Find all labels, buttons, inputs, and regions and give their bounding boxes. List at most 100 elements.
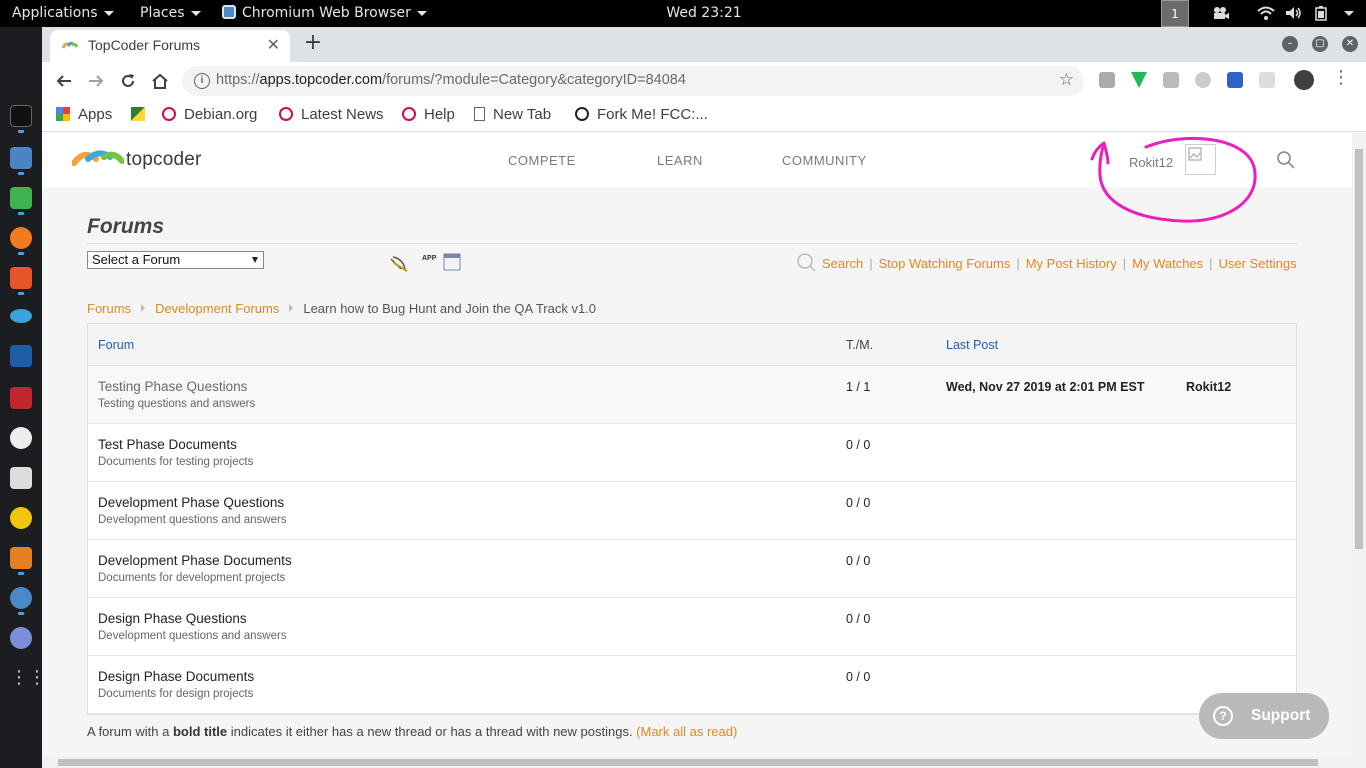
react-devtools-icon[interactable] bbox=[1259, 72, 1275, 88]
thread-message-count: 0 / 0 bbox=[846, 438, 871, 452]
last-post-date-link[interactable]: Wed, Nov 27 2019 at 2:01 PM EST bbox=[946, 380, 1144, 394]
breadcrumb-forums[interactable]: Forums bbox=[87, 301, 131, 316]
workspace-indicator[interactable]: 1 bbox=[1161, 0, 1189, 27]
separator: | bbox=[1016, 256, 1020, 271]
running-indicator bbox=[18, 130, 24, 133]
extension-icon[interactable] bbox=[1195, 72, 1211, 88]
bookmark-star-icon[interactable]: ☆ bbox=[1059, 70, 1074, 90]
mark-all-read-link[interactable]: (Mark all as read) bbox=[636, 724, 737, 739]
burp-suite-icon[interactable] bbox=[10, 267, 32, 289]
search-icon[interactable] bbox=[1276, 150, 1296, 170]
stop-watching-link[interactable]: Stop Watching Forums bbox=[879, 256, 1011, 271]
site-info-icon[interactable]: i bbox=[194, 73, 210, 89]
terminal-icon[interactable] bbox=[10, 105, 32, 127]
last-post-user-link[interactable]: Rokit12 bbox=[1186, 380, 1231, 394]
column-forum[interactable]: Forum bbox=[98, 338, 134, 352]
text-editor-icon[interactable] bbox=[10, 187, 32, 209]
reload-icon bbox=[122, 74, 134, 87]
nav-compete[interactable]: COMPETE bbox=[508, 153, 576, 168]
bookmark-debian[interactable]: Debian.org bbox=[162, 106, 257, 123]
rss-feed-icon[interactable] bbox=[389, 255, 409, 273]
support-button[interactable]: ? Support bbox=[1199, 693, 1329, 739]
arrow-right-icon bbox=[89, 75, 104, 87]
sublime-text-icon[interactable] bbox=[10, 547, 32, 569]
shield-icon[interactable] bbox=[1227, 72, 1243, 88]
forum-name-link[interactable]: Design Phase Documents bbox=[98, 669, 254, 684]
reload-button[interactable] bbox=[115, 68, 141, 94]
table-row: Test Phase Documents Documents for testi… bbox=[88, 424, 1296, 482]
url-path: /forums/?module=Category&categoryID=8408… bbox=[382, 72, 686, 88]
footnote-suffix: indicates it either has a new thread or … bbox=[227, 724, 637, 739]
close-window-icon[interactable]: ✕ bbox=[1342, 36, 1358, 52]
search-icon bbox=[797, 253, 816, 272]
url-text[interactable]: https://apps.topcoder.com/forums/?module… bbox=[216, 72, 686, 88]
topcoder-wave-icon bbox=[71, 150, 125, 166]
bookmark-latest-news[interactable]: Latest News bbox=[279, 106, 384, 123]
scrollbar-thumb[interactable] bbox=[1355, 149, 1363, 549]
tab-topcoder-forums[interactable]: TopCoder Forums ✕ bbox=[50, 30, 290, 62]
chevron-down-icon bbox=[252, 257, 258, 263]
settings-gear-icon[interactable] bbox=[10, 467, 32, 489]
cherrytree-icon[interactable] bbox=[10, 387, 32, 409]
extension-icon[interactable] bbox=[1099, 72, 1115, 88]
bookmark-flag[interactable] bbox=[131, 106, 153, 123]
wifi-icon[interactable] bbox=[1257, 6, 1275, 20]
vertical-scrollbar[interactable] bbox=[1352, 133, 1366, 756]
scrollbar-thumb[interactable] bbox=[58, 759, 1318, 766]
forum-name-link[interactable]: Development Phase Questions bbox=[98, 495, 284, 510]
battery-icon[interactable] bbox=[1315, 6, 1327, 21]
support-label: Support bbox=[1251, 707, 1311, 724]
media-player-icon[interactable] bbox=[10, 627, 32, 649]
post-history-link[interactable]: My Post History bbox=[1026, 256, 1117, 271]
forum-name-link[interactable]: Test Phase Documents bbox=[98, 437, 237, 452]
bookmark-label: Latest News bbox=[301, 106, 384, 123]
minimize-window-icon[interactable]: – bbox=[1282, 36, 1298, 52]
volume-icon[interactable] bbox=[1285, 6, 1303, 20]
topcoder-logo[interactable]: topcoder bbox=[71, 147, 201, 173]
metasploit-icon[interactable] bbox=[10, 345, 32, 367]
horizontal-scrollbar[interactable] bbox=[42, 756, 1366, 768]
forum-name-link[interactable]: Testing Phase Questions bbox=[98, 379, 247, 394]
back-button[interactable] bbox=[51, 68, 77, 94]
thread-message-count: 0 / 0 bbox=[846, 612, 871, 626]
page-icon bbox=[474, 107, 485, 121]
forum-name-link[interactable]: Design Phase Questions bbox=[98, 611, 247, 626]
bookmark-apps[interactable]: Apps bbox=[56, 106, 112, 123]
forum-name-link[interactable]: Development Phase Documents bbox=[98, 553, 292, 568]
chromium-icon[interactable] bbox=[10, 587, 32, 609]
facebook-icon[interactable] bbox=[1163, 72, 1179, 88]
profile-avatar-icon[interactable] bbox=[1294, 70, 1314, 90]
running-indicator bbox=[18, 612, 24, 615]
eye-icon[interactable] bbox=[10, 309, 32, 323]
chevron-down-icon[interactable] bbox=[1342, 6, 1356, 20]
bookmark-fork-me[interactable]: Fork Me! FCC:... bbox=[575, 106, 708, 123]
bookmark-new-tab[interactable]: New Tab bbox=[474, 106, 551, 123]
maltego-icon[interactable] bbox=[10, 427, 32, 449]
search-link[interactable]: Search bbox=[822, 256, 863, 271]
vuejs-devtools-icon[interactable] bbox=[1131, 72, 1147, 88]
user-settings-link[interactable]: User Settings bbox=[1219, 256, 1297, 271]
breadcrumb-development-forums[interactable]: Development Forums bbox=[155, 301, 279, 316]
new-tab-button[interactable]: + bbox=[300, 31, 326, 57]
my-watches-link[interactable]: My Watches bbox=[1132, 256, 1203, 271]
maximize-window-icon[interactable]: ▢ bbox=[1312, 36, 1328, 52]
address-bar[interactable]: i https://apps.topcoder.com/forums/?modu… bbox=[182, 66, 1084, 96]
application-dock: ⋮⋮⋮ bbox=[0, 27, 64, 768]
show-apps-grid-icon[interactable]: ⋮⋮⋮ bbox=[10, 667, 64, 689]
info-tool-icon[interactable] bbox=[10, 507, 32, 529]
column-last-post[interactable]: Last Post bbox=[946, 338, 998, 352]
forum-description: Documents for design projects bbox=[98, 688, 254, 700]
bookmark-help[interactable]: Help bbox=[402, 106, 455, 123]
close-tab-icon[interactable]: ✕ bbox=[267, 35, 280, 54]
video-camera-icon[interactable] bbox=[1212, 6, 1230, 20]
files-icon[interactable] bbox=[10, 147, 32, 169]
table-row: Testing Phase Questions Testing question… bbox=[88, 366, 1296, 424]
forward-button[interactable] bbox=[83, 68, 109, 94]
firefox-icon[interactable] bbox=[10, 227, 32, 249]
more-menu-icon[interactable]: ⋮ bbox=[1332, 67, 1350, 88]
nav-community[interactable]: COMMUNITY bbox=[782, 153, 867, 168]
home-button[interactable] bbox=[147, 68, 173, 94]
nav-learn[interactable]: LEARN bbox=[657, 153, 703, 168]
bookmarks-bar: Apps Debian.org Latest News Help New Tab… bbox=[42, 99, 1366, 132]
forum-select[interactable]: Select a Forum bbox=[87, 251, 264, 269]
